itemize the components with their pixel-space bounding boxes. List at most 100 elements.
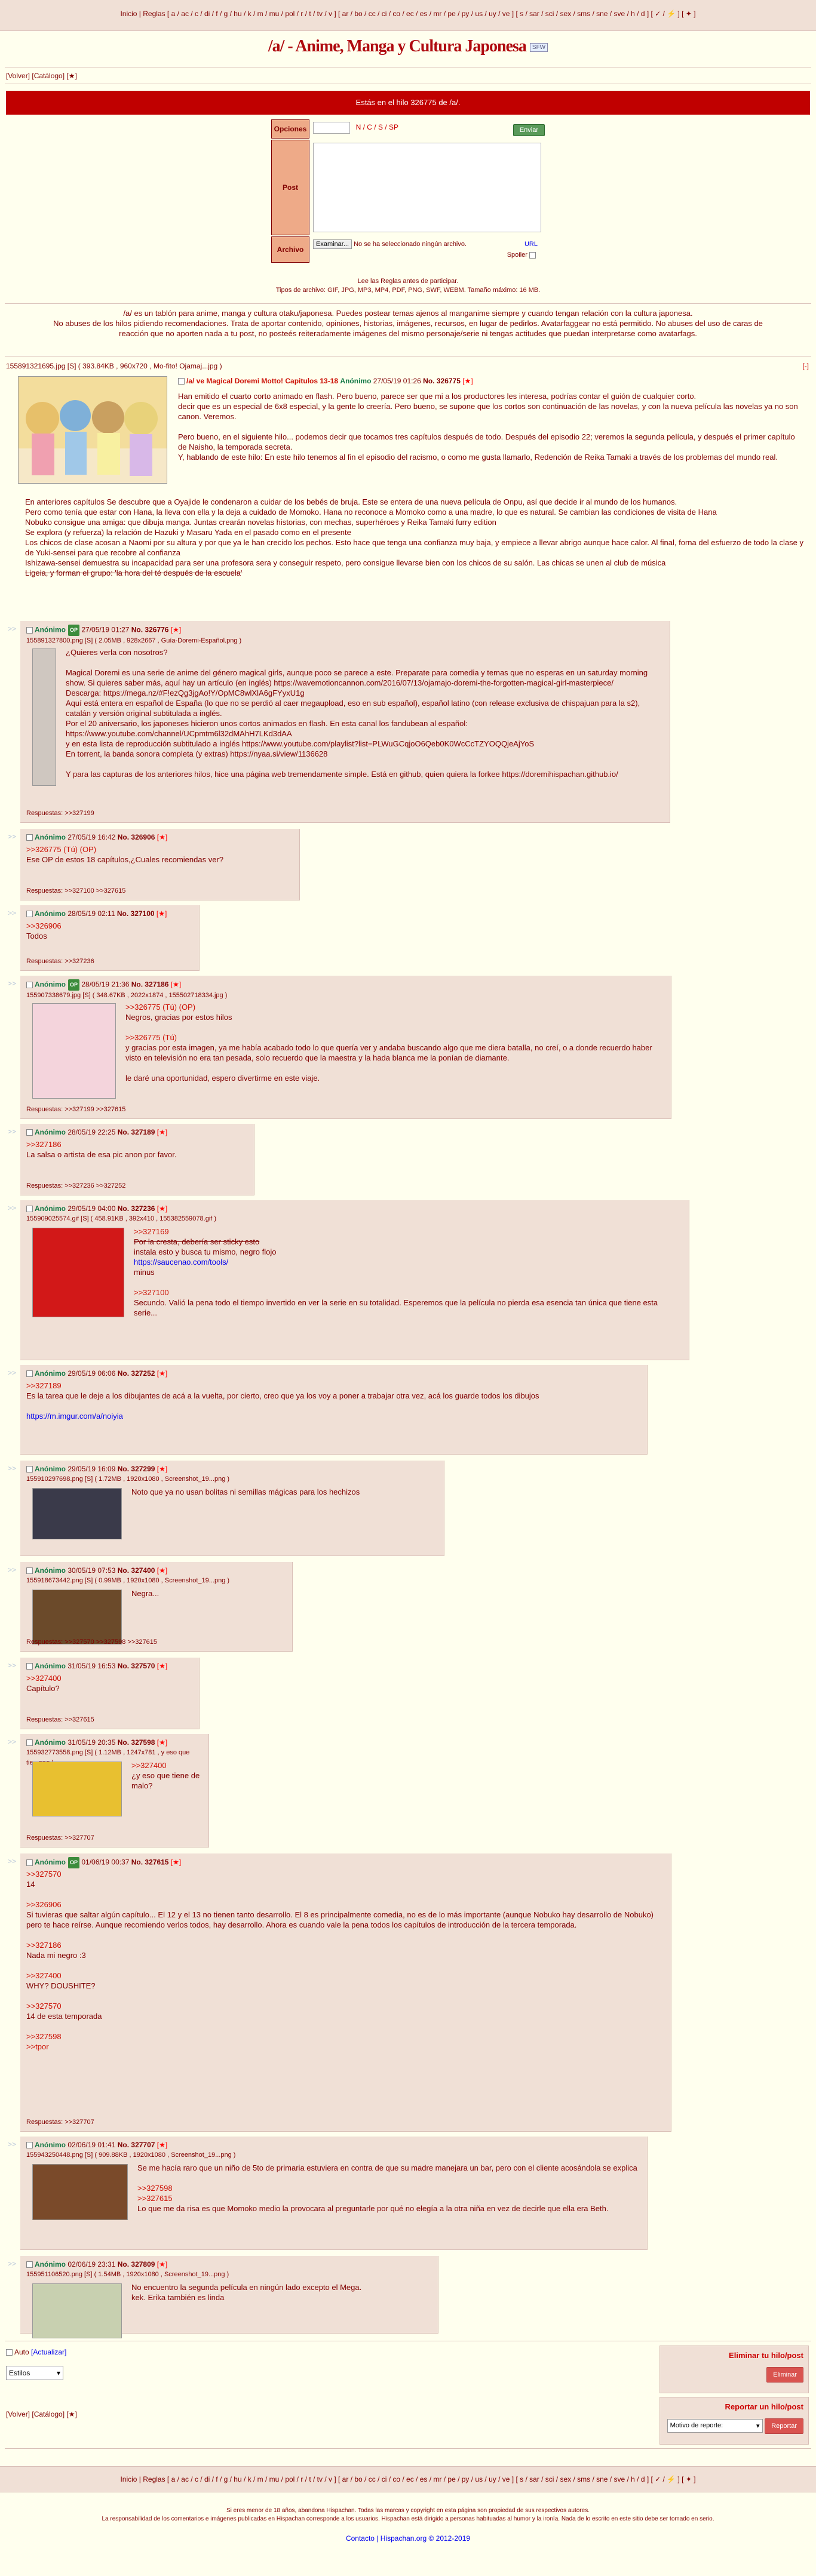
- reply-checkbox[interactable]: [26, 1739, 33, 1747]
- top-board-nav[interactable]: Inicio | Reglas [ a / ac / c / di / f / …: [0, 0, 816, 31]
- reply-line[interactable]: >>327186: [26, 1940, 663, 1950]
- reply-star[interactable]: [★]: [155, 2260, 167, 2268]
- auto-update[interactable]: Auto [Actualizar]: [6, 2348, 66, 2356]
- reply-star[interactable]: [★]: [155, 1204, 167, 1213]
- reply-number[interactable]: No. 327100: [117, 909, 155, 918]
- reply-backlinks[interactable]: Respuestas: >>327199 >>327615: [26, 1105, 125, 1115]
- reply-star[interactable]: [★]: [168, 626, 181, 634]
- reply-file-info[interactable]: 155891327800.png [S] ( 2.05MB , 928x2667…: [26, 636, 664, 646]
- delete-button[interactable]: Eliminar: [766, 2367, 803, 2383]
- op-checkbox[interactable]: [178, 378, 185, 385]
- reply-line[interactable]: >>326906: [26, 1899, 663, 1910]
- reply-star[interactable]: [★]: [155, 2141, 167, 2149]
- op-image[interactable]: [18, 376, 167, 484]
- report-reason-select[interactable]: Motivo de reporte: ▾: [667, 2419, 763, 2433]
- reply-star[interactable]: [★]: [155, 1465, 167, 1473]
- reply-star[interactable]: [★]: [168, 980, 181, 989]
- url-link[interactable]: URL: [524, 241, 538, 248]
- reply-line[interactable]: >>327100: [134, 1287, 681, 1298]
- reply-line[interactable]: >>326775 (Tú) (OP): [26, 844, 292, 854]
- reply-line[interactable]: >>327400: [26, 1673, 191, 1683]
- op-hide-link[interactable]: [-]: [802, 362, 809, 370]
- reply-thumbnail[interactable]: [32, 2283, 122, 2338]
- style-select[interactable]: Estilos ▾: [6, 2366, 63, 2380]
- reply-line[interactable]: >>327189: [26, 1381, 639, 1391]
- reply-number[interactable]: No. 326776: [131, 626, 169, 634]
- reply-checkbox[interactable]: [26, 1206, 33, 1213]
- reply-line[interactable]: >>327598: [137, 2183, 639, 2193]
- reply-backlinks[interactable]: Respuestas: >>327100 >>327615: [26, 886, 125, 896]
- reply-thumbnail[interactable]: [32, 1003, 116, 1099]
- update-link[interactable]: [Actualizar]: [31, 2348, 66, 2356]
- reply-backlinks[interactable]: Respuestas: >>327615: [26, 1715, 94, 1725]
- reply-backlinks[interactable]: Respuestas: >>327707: [26, 2117, 94, 2128]
- reply-file-info[interactable]: 155910297698.png [S] ( 1.72MB , 1920x108…: [26, 1474, 438, 1484]
- reply-checkbox[interactable]: [26, 982, 33, 988]
- reply-checkbox[interactable]: [26, 834, 33, 841]
- options-select[interactable]: [313, 122, 350, 134]
- reply-backlinks[interactable]: Respuestas: >>327236: [26, 957, 94, 967]
- report-button[interactable]: Reportar: [765, 2418, 803, 2434]
- contact-link[interactable]: Contacto | Hispachan.org © 2012-2019: [346, 2534, 470, 2543]
- reply-thumbnail[interactable]: [32, 1228, 124, 1317]
- reply-file-info[interactable]: 155951106520.png [S] ( 1.54MB , 1920x108…: [26, 2270, 432, 2280]
- reply-star[interactable]: [★]: [155, 833, 167, 841]
- reply-star[interactable]: [★]: [155, 1128, 167, 1136]
- op-number[interactable]: No. 326775: [423, 377, 461, 385]
- reply-line[interactable]: https://m.imgur.com/a/noiyia: [26, 1411, 639, 1421]
- op-number-value[interactable]: 326775: [437, 377, 461, 385]
- reply-number[interactable]: No. 327809: [118, 2260, 155, 2268]
- reply-checkbox[interactable]: [26, 911, 33, 918]
- reply-thumbnail[interactable]: [32, 648, 56, 786]
- reply-line[interactable]: >>327615: [137, 2193, 639, 2203]
- reply-line[interactable]: >>327400: [26, 1971, 663, 1981]
- reply-star[interactable]: [★]: [155, 1662, 167, 1670]
- reply-checkbox[interactable]: [26, 1370, 33, 1378]
- reply-number[interactable]: No. 327615: [131, 1858, 169, 1867]
- reply-line[interactable]: >>326775 (Tú) (OP): [125, 1002, 663, 1012]
- reply-checkbox[interactable]: [26, 627, 33, 634]
- reply-line[interactable]: >>326906: [26, 921, 191, 931]
- reply-file-info[interactable]: 155907338679.jpg [S] ( 348.67KB , 2022x1…: [26, 991, 665, 1001]
- board-list-bottom[interactable]: Inicio | Reglas [ a / ac / c / di / f / …: [120, 2475, 695, 2483]
- reply-thumbnail[interactable]: [32, 1590, 122, 1644]
- reply-number[interactable]: No. 327707: [118, 2141, 155, 2149]
- bottom-board-nav[interactable]: Inicio | Reglas [ a / ac / c / di / f / …: [0, 2466, 816, 2492]
- reply-line[interactable]: >>326775 (Tú): [125, 1032, 663, 1043]
- reply-line[interactable]: >>327400: [131, 1760, 201, 1770]
- post-textarea[interactable]: [313, 143, 541, 232]
- reply-line[interactable]: >>327570: [26, 2001, 663, 2011]
- auto-checkbox[interactable]: [6, 2349, 13, 2356]
- reply-checkbox[interactable]: [26, 1663, 33, 1670]
- reply-thumbnail[interactable]: [32, 2164, 128, 2220]
- reply-number[interactable]: No. 327598: [118, 1738, 155, 1747]
- reply-line[interactable]: >>327186: [26, 1139, 246, 1149]
- reply-line[interactable]: >>327598: [26, 2031, 663, 2042]
- reply-backlinks[interactable]: Respuestas: >>327199: [26, 809, 94, 819]
- reply-star[interactable]: [★]: [155, 909, 167, 918]
- reply-number[interactable]: No. 327299: [118, 1465, 155, 1473]
- reply-backlinks[interactable]: Respuestas: >>327707: [26, 1833, 94, 1843]
- reply-number[interactable]: No. 327189: [118, 1128, 155, 1136]
- reply-line[interactable]: >>327570: [26, 1869, 663, 1879]
- reply-star[interactable]: [★]: [155, 1369, 167, 1378]
- op-reply-star[interactable]: [★]: [462, 377, 473, 385]
- reply-checkbox[interactable]: [26, 2142, 33, 2149]
- reply-number[interactable]: No. 327570: [118, 1662, 155, 1670]
- reply-backlinks[interactable]: Respuestas: >>327236 >>327252: [26, 1181, 125, 1191]
- reply-backlinks[interactable]: Respuestas: >>327570 >>327598 >>327615: [26, 1637, 157, 1647]
- reply-checkbox[interactable]: [26, 1859, 33, 1866]
- reply-file-info[interactable]: 155943250448.png [S] ( 909.88KB , 1920x1…: [26, 2150, 641, 2160]
- reply-number[interactable]: No. 327236: [118, 1204, 155, 1213]
- reply-thumbnail[interactable]: [32, 1488, 122, 1539]
- reply-number[interactable]: No. 327186: [131, 980, 169, 989]
- thread-nav-links[interactable]: [Volver] [Catálogo] [★]: [6, 72, 77, 80]
- reply-thumbnail[interactable]: [32, 1762, 122, 1816]
- reply-number[interactable]: No. 326906: [118, 833, 155, 841]
- footer-contact[interactable]: Contacto | Hispachan.org © 2012-2019: [0, 2534, 816, 2543]
- reply-line[interactable]: >>tpor: [26, 2042, 663, 2052]
- reply-checkbox[interactable]: [26, 2261, 33, 2268]
- reply-checkbox[interactable]: [26, 1129, 33, 1136]
- reply-star[interactable]: [★]: [155, 1566, 167, 1575]
- reply-number[interactable]: No. 327252: [118, 1369, 155, 1378]
